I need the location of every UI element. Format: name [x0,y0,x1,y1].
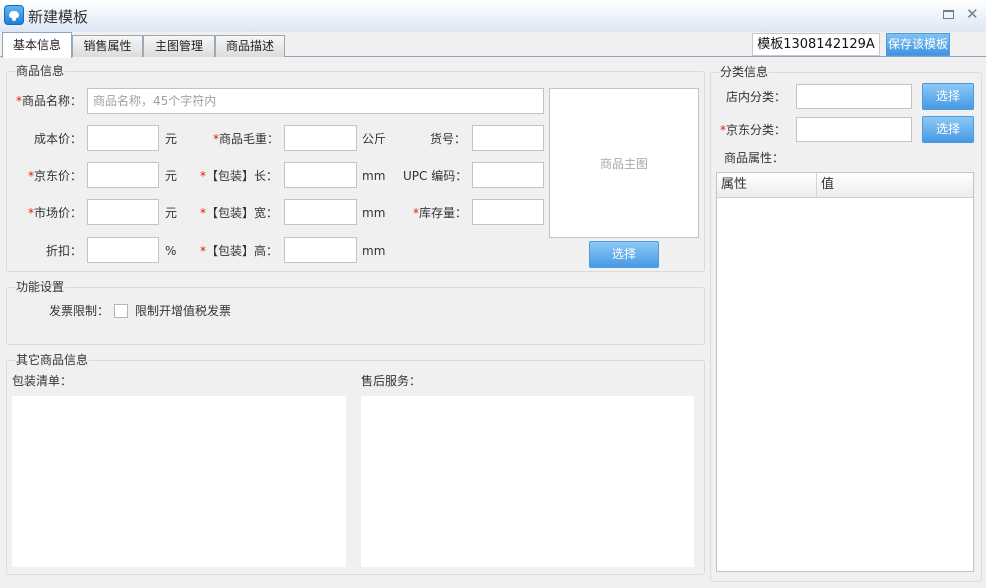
vat-invoice-checkbox-label[interactable]: 限制开增值税发票 [135,304,231,318]
gross-weight-label: *商品毛重： [213,132,279,146]
cloud-app-icon [4,5,24,25]
market-price-input[interactable] [87,199,159,225]
label-text: 商品毛重： [219,132,280,146]
after-sales-label: 售后服务： [361,374,422,388]
main-image-placeholder: 商品主图 [599,157,648,171]
title-bar: 新建模板 ✕ [0,0,986,32]
label-text: 京东价： [34,169,83,183]
package-height-input[interactable] [284,237,357,263]
package-height-unit: mm [362,244,386,258]
discount-input[interactable] [87,237,159,263]
invoice-limit-label: 发票限制： [49,304,110,318]
package-length-input[interactable] [284,162,357,188]
tab-strip: 基本信息 销售属性 主图管理 商品描述 模板1308142129A 保存该模板 [0,32,986,58]
discount-label: 折扣： [46,244,83,258]
jd-price-unit: 元 [165,169,178,183]
package-width-label: *【包装】宽： [200,206,278,220]
product-info-legend: 商品信息 [15,64,66,78]
packing-list-textarea[interactable] [12,396,346,567]
cost-price-label: 成本价： [34,132,83,146]
cost-price-input[interactable] [87,125,159,151]
jd-price-input[interactable] [87,162,159,188]
item-number-input[interactable] [472,125,544,151]
value-column-header[interactable]: 值 [817,173,973,197]
close-icon[interactable]: ✕ [966,6,979,22]
label-text: 市场价： [34,206,83,220]
main-image-box[interactable]: 商品主图 [549,88,699,238]
other-info-legend: 其它商品信息 [15,353,90,367]
function-settings-legend: 功能设置 [15,280,66,294]
jd-category-select-button[interactable]: 选择 [922,116,974,143]
tab-product-description[interactable]: 商品描述 [215,35,285,57]
item-number-label: 货号： [430,132,467,146]
market-price-unit: 元 [165,206,178,220]
category-legend: 分类信息 [719,65,770,79]
shop-category-select-button[interactable]: 选择 [922,83,974,110]
label-text: 【包装】宽： [206,206,279,220]
tab-main-image[interactable]: 主图管理 [143,35,215,57]
label-text: 库存量： [419,206,468,220]
attributes-grid-header: 属性 值 [717,173,973,198]
tab-basic-info[interactable]: 基本信息 [2,32,72,58]
window-title: 新建模板 [28,8,89,26]
package-height-label: *【包装】高： [200,244,278,258]
shop-category-label: 店内分类： [726,90,787,104]
tab-sales-attributes[interactable]: 销售属性 [72,35,143,57]
upc-code-label: UPC 编码： [403,169,468,183]
label-text: 商品名称： [22,94,83,108]
attr-column-header[interactable]: 属性 [717,173,817,197]
market-price-label: *市场价： [28,206,82,220]
label-text: 【包装】长： [206,169,279,183]
jd-price-label: *京东价： [28,169,82,183]
package-width-input[interactable] [284,199,357,225]
jd-category-input[interactable] [796,117,912,142]
cost-price-unit: 元 [165,132,178,146]
package-width-unit: mm [362,206,386,220]
vat-invoice-checkbox[interactable] [114,304,128,318]
stock-label: *库存量： [413,206,467,220]
package-length-unit: mm [362,169,386,183]
product-attributes-label: 商品属性： [724,151,785,165]
packing-list-label: 包装清单： [12,374,73,388]
jd-category-label: *京东分类： [720,123,786,137]
upc-code-input[interactable] [472,162,544,188]
label-text: 【包装】高： [206,244,279,258]
template-name-field: 模板1308142129A [752,33,880,56]
main-image-select-button[interactable]: 选择 [589,241,659,268]
gross-weight-input[interactable] [284,125,357,151]
after-sales-textarea[interactable] [361,396,694,567]
function-settings-group: 功能设置 [6,280,705,345]
product-name-input[interactable] [87,88,544,114]
attributes-grid[interactable]: 属性 值 [716,172,974,572]
shop-category-input[interactable] [796,84,912,109]
discount-unit: % [165,244,177,258]
stock-input[interactable] [472,199,544,225]
package-length-label: *【包装】长： [200,169,278,183]
maximize-icon[interactable] [943,10,954,19]
label-text: 京东分类： [726,123,787,137]
save-template-button[interactable]: 保存该模板 [886,33,950,56]
product-name-label: *商品名称： [16,94,82,108]
gross-weight-unit: 公斤 [362,132,387,146]
